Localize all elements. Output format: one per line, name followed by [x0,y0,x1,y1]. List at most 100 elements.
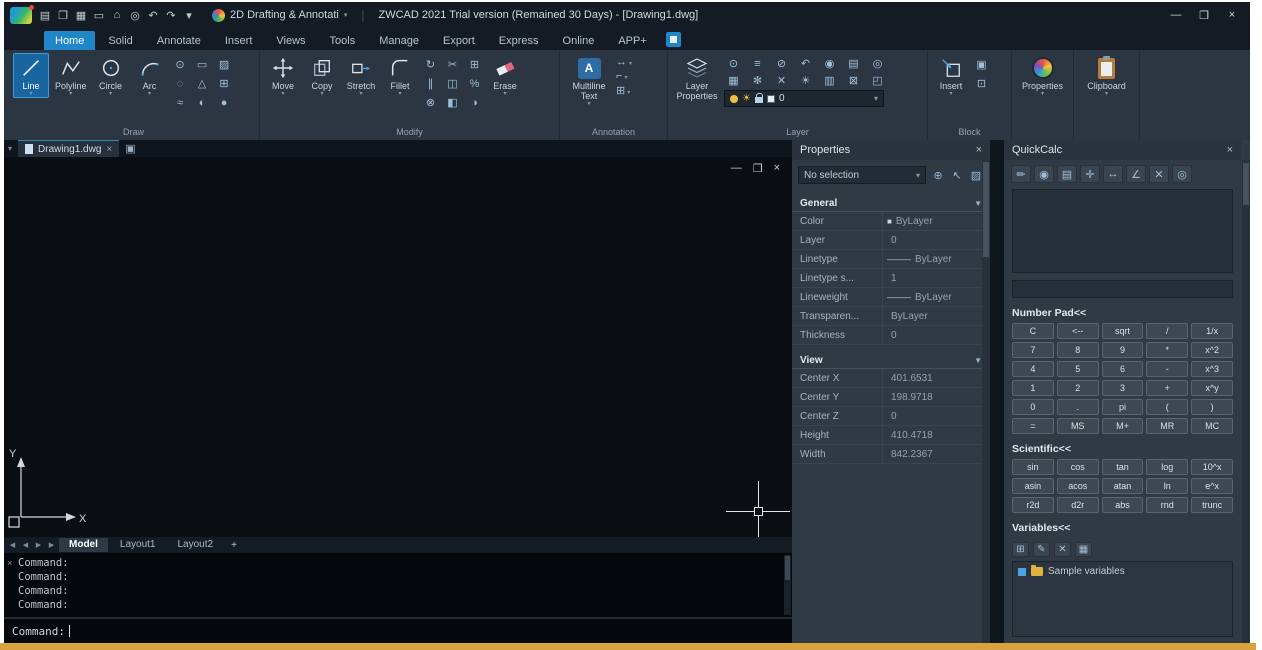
trim-icon[interactable]: ✂ [443,56,462,73]
tree-node-icon[interactable] [1018,568,1026,576]
number-pad-section-label[interactable]: Number Pad<< [1004,298,1241,323]
calc-button[interactable]: sin [1012,459,1054,475]
calc-button[interactable]: x^2 [1191,342,1233,358]
layer-freeze-icon[interactable]: ✻ [748,72,767,89]
tab-solid[interactable]: Solid [97,31,143,50]
clear-history-icon[interactable]: ◉ [1034,165,1054,183]
calc-button[interactable]: - [1146,361,1188,377]
calc-button[interactable]: acos [1057,478,1099,494]
add-layout-button[interactable]: + [225,540,243,551]
command-input[interactable]: Command: [4,619,792,643]
drawing-restore-button[interactable]: ❐ [753,162,763,175]
open-drawing-icon[interactable]: ❐ [55,6,71,24]
calc-button[interactable]: cos [1057,459,1099,475]
calc-button[interactable]: rnd [1146,497,1188,513]
drawing-canvas[interactable]: — ❐ × Y X [4,157,792,537]
spline-icon[interactable]: ≈ [171,94,190,111]
leader-icon[interactable]: ⌐ [616,70,632,82]
calc-button[interactable]: 7 [1012,342,1054,358]
section-general[interactable]: General ▼ [792,195,990,212]
region-icon[interactable]: ⊞ [215,75,234,92]
layer-lock-icon[interactable]: ⊠ [844,72,863,89]
save-icon[interactable]: ▦ [73,6,89,24]
drawing-close-button[interactable]: × [774,162,780,175]
copy-button[interactable]: Copy [304,53,340,98]
multiline-text-button[interactable]: A Multiline Text [565,53,613,108]
calc-button[interactable]: . [1057,399,1099,415]
offset-icon[interactable]: ∥ [421,75,440,92]
calc-button[interactable]: ln [1146,478,1188,494]
panel-modify-label[interactable]: Modify [260,126,559,140]
panel-annotation-label[interactable]: Annotation [560,126,667,140]
calc-button[interactable]: ) [1191,399,1233,415]
tab-insert[interactable]: Insert [214,31,264,50]
property-row[interactable]: Lineweight ———ByLayer [792,288,990,307]
command-scrollbar[interactable] [784,555,791,615]
calc-button[interactable]: 10^x [1191,459,1233,475]
property-row[interactable]: Width 842.2367 [792,445,990,464]
circle-button[interactable]: Circle [93,53,129,98]
property-row[interactable]: Layer 0 [792,231,990,250]
calc-button[interactable]: 4 [1012,361,1054,377]
calc-button[interactable]: trunc [1191,497,1233,513]
fillet-button[interactable]: Fillet [382,53,418,98]
calc-button[interactable]: log [1146,459,1188,475]
layer-merge-icon[interactable]: ▦ [724,72,743,89]
rotate-icon[interactable]: ↻ [421,56,440,73]
layer-walk-icon[interactable]: ▤ [844,55,863,72]
calc-button[interactable]: <-- [1057,323,1099,339]
calc-button[interactable]: d2r [1057,497,1099,513]
new-document-tab-icon[interactable]: ▣ [125,142,135,155]
calc-button[interactable]: * [1146,342,1188,358]
selection-dropdown[interactable]: No selection ▾ [798,166,926,184]
explode-icon[interactable]: ⊗ [421,94,440,111]
layer-off-icon[interactable]: ⊘ [772,55,791,72]
calc-button[interactable]: x^y [1191,380,1233,396]
property-row[interactable]: Center Z 0 [792,407,990,426]
tab-list-caret-icon[interactable]: ▾ [8,144,12,153]
calc-button[interactable]: MC [1191,418,1233,434]
tab-express[interactable]: Express [488,31,550,50]
stretch-button[interactable]: Stretch [343,53,379,98]
redo-icon[interactable]: ↷ [163,6,179,24]
calc-button[interactable]: pi [1102,399,1144,415]
properties-scrollbar[interactable] [982,160,990,643]
match-properties-icon[interactable]: ◧ [443,94,462,111]
rectangle-icon[interactable]: ▭ [193,56,212,73]
polyline-button[interactable]: Polyline [52,53,90,98]
variables-section-label[interactable]: Variables<< [1004,513,1241,538]
property-row[interactable]: Thickness 0 [792,326,990,345]
property-row[interactable]: Center X 401.6531 [792,369,990,388]
tab-home[interactable]: Home [44,31,95,50]
array-icon[interactable]: ⊞ [465,56,484,73]
calc-button[interactable]: MR [1146,418,1188,434]
tab-annotate[interactable]: Annotate [146,31,212,50]
angle-of-line-icon[interactable]: ∠ [1126,165,1146,183]
tab-manage[interactable]: Manage [368,31,430,50]
undo-icon[interactable]: ↶ [145,6,161,24]
get-coordinates-icon[interactable]: ✛ [1080,165,1100,183]
calc-button[interactable]: 3 [1102,380,1144,396]
minimize-button[interactable]: — [1164,6,1188,24]
property-row[interactable]: Center Y 198.9718 [792,388,990,407]
calc-button[interactable]: 8 [1057,342,1099,358]
layer-unisolate-icon[interactable]: ◎ [868,55,887,72]
hatch-icon[interactable]: ▨ [215,56,234,73]
quickcalc-history-box[interactable] [1012,189,1233,273]
block-editor-icon[interactable]: ▣ [972,56,991,73]
quickcalc-close-icon[interactable]: × [1227,144,1233,156]
calc-button[interactable]: abs [1102,497,1144,513]
property-row[interactable]: Transparen... ByLayer [792,307,990,326]
tab-export[interactable]: Export [432,31,486,50]
close-button[interactable]: × [1220,6,1244,24]
command-history[interactable]: × Command: Command: Command: Command: [4,553,792,617]
quickcalc-input-box[interactable] [1012,280,1233,298]
render-icon[interactable]: ◎ [127,6,143,24]
intersection-icon[interactable]: ✕ [1149,165,1169,183]
calc-button[interactable]: r2d [1012,497,1054,513]
calc-button[interactable]: 2 [1057,380,1099,396]
document-close-icon[interactable]: × [106,144,112,155]
property-row[interactable]: Linetype s... 1 [792,269,990,288]
next-layout-icon[interactable]: ▶ [33,541,44,549]
calc-button[interactable]: 1/x [1191,323,1233,339]
